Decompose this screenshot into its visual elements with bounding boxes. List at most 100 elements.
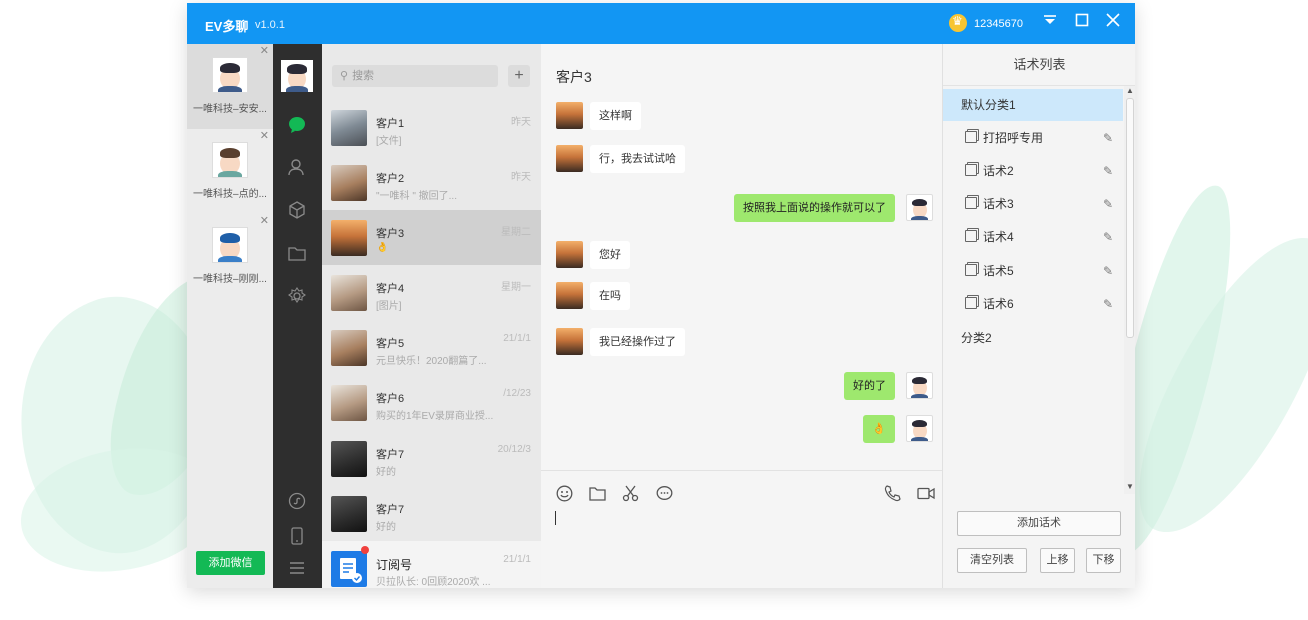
chat-preview: 好的 xyxy=(376,522,396,533)
chat-list-item[interactable]: 客户2 "一唯科 " 撤回了... 昨天 xyxy=(322,155,541,210)
folder-icon[interactable] xyxy=(587,485,607,505)
app-window: EV多聊 v1.0.1 12345670 ✕ 一唯科技–安安... ✕ 一唯科技… xyxy=(187,3,1135,588)
message-bubble[interactable]: 按照我上面说的操作就可以了 xyxy=(734,194,895,222)
edit-icon[interactable]: ✎ xyxy=(1103,288,1113,321)
script-item[interactable]: 话术4 ✎ xyxy=(965,221,1123,254)
video-call-icon[interactable] xyxy=(916,485,936,505)
avatar[interactable] xyxy=(556,102,583,129)
account-close-icon[interactable]: ✕ xyxy=(260,214,269,227)
chat-time: 昨天 xyxy=(511,172,531,183)
chat-name: 客户5 xyxy=(376,338,405,350)
move-down-button[interactable]: 下移 xyxy=(1086,548,1121,573)
chat-list-item[interactable]: 客户3 👌 星期二 xyxy=(322,210,541,265)
text-cursor xyxy=(555,511,556,525)
account-item[interactable]: ✕ 一唯科技–刚刚... xyxy=(187,214,273,299)
script-category[interactable]: 分类2 xyxy=(943,322,1123,354)
menu-icon[interactable] xyxy=(287,559,307,579)
chat-list-item[interactable]: 客户6 购买的1年EV录屏商业授... /12/23 xyxy=(322,375,541,430)
chat-time: 昨天 xyxy=(511,117,531,128)
scrollbar[interactable]: ▲ ▼ xyxy=(1124,86,1135,494)
subscription-icon xyxy=(331,551,367,587)
chat-preview: 贝拉队长: 0回顾2020欢 ... xyxy=(376,577,491,588)
edit-icon[interactable]: ✎ xyxy=(1103,155,1113,188)
title-bar[interactable]: EV多聊 v1.0.1 12345670 xyxy=(187,3,1135,44)
comment-icon[interactable] xyxy=(654,485,674,505)
emoji-icon[interactable] xyxy=(554,485,574,505)
search-input[interactable]: ⚲ 搜索 xyxy=(332,65,498,87)
maximize-icon[interactable] xyxy=(1071,12,1093,34)
phone-device-icon[interactable] xyxy=(287,527,307,547)
avatar xyxy=(331,110,367,146)
avatar[interactable] xyxy=(906,415,933,442)
chat-list-item[interactable]: 客户4 [图片] 星期一 xyxy=(322,265,541,320)
avatar[interactable] xyxy=(906,194,933,221)
contacts-icon[interactable] xyxy=(287,158,307,178)
copy-icon xyxy=(965,297,977,309)
script-item[interactable]: 打招呼专用 ✎ xyxy=(965,122,1123,155)
script-panel: 话术列表 默认分类1 打招呼专用 ✎ 话术2 ✎ 话术3 ✎ 话术4 ✎ 话术5… xyxy=(942,44,1135,588)
add-script-button[interactable]: 添加话术 xyxy=(957,511,1121,536)
avatar xyxy=(331,220,367,256)
chat-name: 客户6 xyxy=(376,393,405,405)
move-up-button[interactable]: 上移 xyxy=(1040,548,1075,573)
scroll-thumb[interactable] xyxy=(1126,98,1134,338)
settings-icon[interactable] xyxy=(287,287,307,307)
account-item[interactable]: ✕ 一唯科技–安安... xyxy=(187,44,273,129)
chat-list-item[interactable]: 客户5 元旦快乐！2020翻篇了... 21/1/1 xyxy=(322,320,541,375)
avatar[interactable] xyxy=(556,328,583,355)
avatar[interactable] xyxy=(556,241,583,268)
script-item-label: 话术3 xyxy=(983,197,1014,211)
script-item[interactable]: 话术5 ✎ xyxy=(965,255,1123,288)
edit-icon[interactable]: ✎ xyxy=(1103,221,1113,254)
scroll-down-icon[interactable]: ▼ xyxy=(1126,482,1134,491)
mini-program-icon[interactable] xyxy=(287,492,307,512)
box-icon[interactable] xyxy=(287,201,307,221)
avatar xyxy=(331,330,367,366)
message-bubble[interactable]: 好的了 xyxy=(844,372,895,400)
script-item[interactable]: 话术3 ✎ xyxy=(965,188,1123,221)
add-wechat-button[interactable]: 添加微信 xyxy=(196,551,265,575)
script-item-label: 话术5 xyxy=(983,264,1014,278)
scroll-up-icon[interactable]: ▲ xyxy=(1126,86,1134,95)
edit-icon[interactable]: ✎ xyxy=(1103,188,1113,221)
scissors-icon[interactable] xyxy=(620,485,640,505)
avatar[interactable] xyxy=(556,145,583,172)
message-bubble[interactable]: 行，我去试试哈 xyxy=(590,145,685,173)
account-close-icon[interactable]: ✕ xyxy=(260,44,269,57)
chat-list-item[interactable]: 订阅号 贝拉队长: 0回顾2020欢 ... 21/1/1 xyxy=(322,541,541,588)
message-bubble[interactable]: 我已经操作过了 xyxy=(590,328,685,356)
chat-list-item[interactable]: 客户7 好的 xyxy=(322,486,541,541)
message-bubble[interactable]: 在吗 xyxy=(590,282,630,310)
message-input[interactable] xyxy=(541,470,942,588)
message-bubble[interactable]: 这样啊 xyxy=(590,102,641,130)
clear-list-button[interactable]: 清空列表 xyxy=(957,548,1027,573)
chat-list-item[interactable]: 客户7 好的 20/12/3 xyxy=(322,431,541,486)
chat-icon[interactable] xyxy=(287,116,307,136)
chat-name: 客户4 xyxy=(376,283,405,295)
account-close-icon[interactable]: ✕ xyxy=(260,129,269,142)
phone-call-icon[interactable] xyxy=(882,485,902,505)
message-row: 在吗 xyxy=(541,282,942,312)
close-icon[interactable] xyxy=(1102,12,1124,34)
avatar[interactable] xyxy=(556,282,583,309)
message-bubble[interactable]: 您好 xyxy=(590,241,630,269)
add-chat-button[interactable]: + xyxy=(508,65,530,87)
chat-title: 客户3 xyxy=(556,69,592,85)
script-item[interactable]: 话术6 ✎ xyxy=(965,288,1123,321)
script-category[interactable]: 默认分类1 xyxy=(943,89,1123,121)
chat-preview: 元旦快乐！2020翻篇了... xyxy=(376,356,487,367)
folder-icon[interactable] xyxy=(287,244,307,264)
chat-name: 订阅号 xyxy=(376,558,413,572)
message-bubble[interactable]: 👌 xyxy=(863,415,895,443)
avatar[interactable] xyxy=(906,372,933,399)
chat-preview: 购买的1年EV录屏商业授... xyxy=(376,411,494,422)
copy-icon xyxy=(965,164,977,176)
edit-icon[interactable]: ✎ xyxy=(1103,255,1113,288)
dropdown-menu-icon[interactable] xyxy=(1039,12,1061,34)
script-panel-title: 话术列表 xyxy=(943,44,1135,86)
script-item[interactable]: 话术2 ✎ xyxy=(965,155,1123,188)
chat-list-item[interactable]: 客户1 [文件] 昨天 xyxy=(322,100,541,155)
edit-icon[interactable]: ✎ xyxy=(1103,122,1113,155)
account-item[interactable]: ✕ 一唯科技–点的... xyxy=(187,129,273,214)
avatar[interactable] xyxy=(281,60,313,92)
